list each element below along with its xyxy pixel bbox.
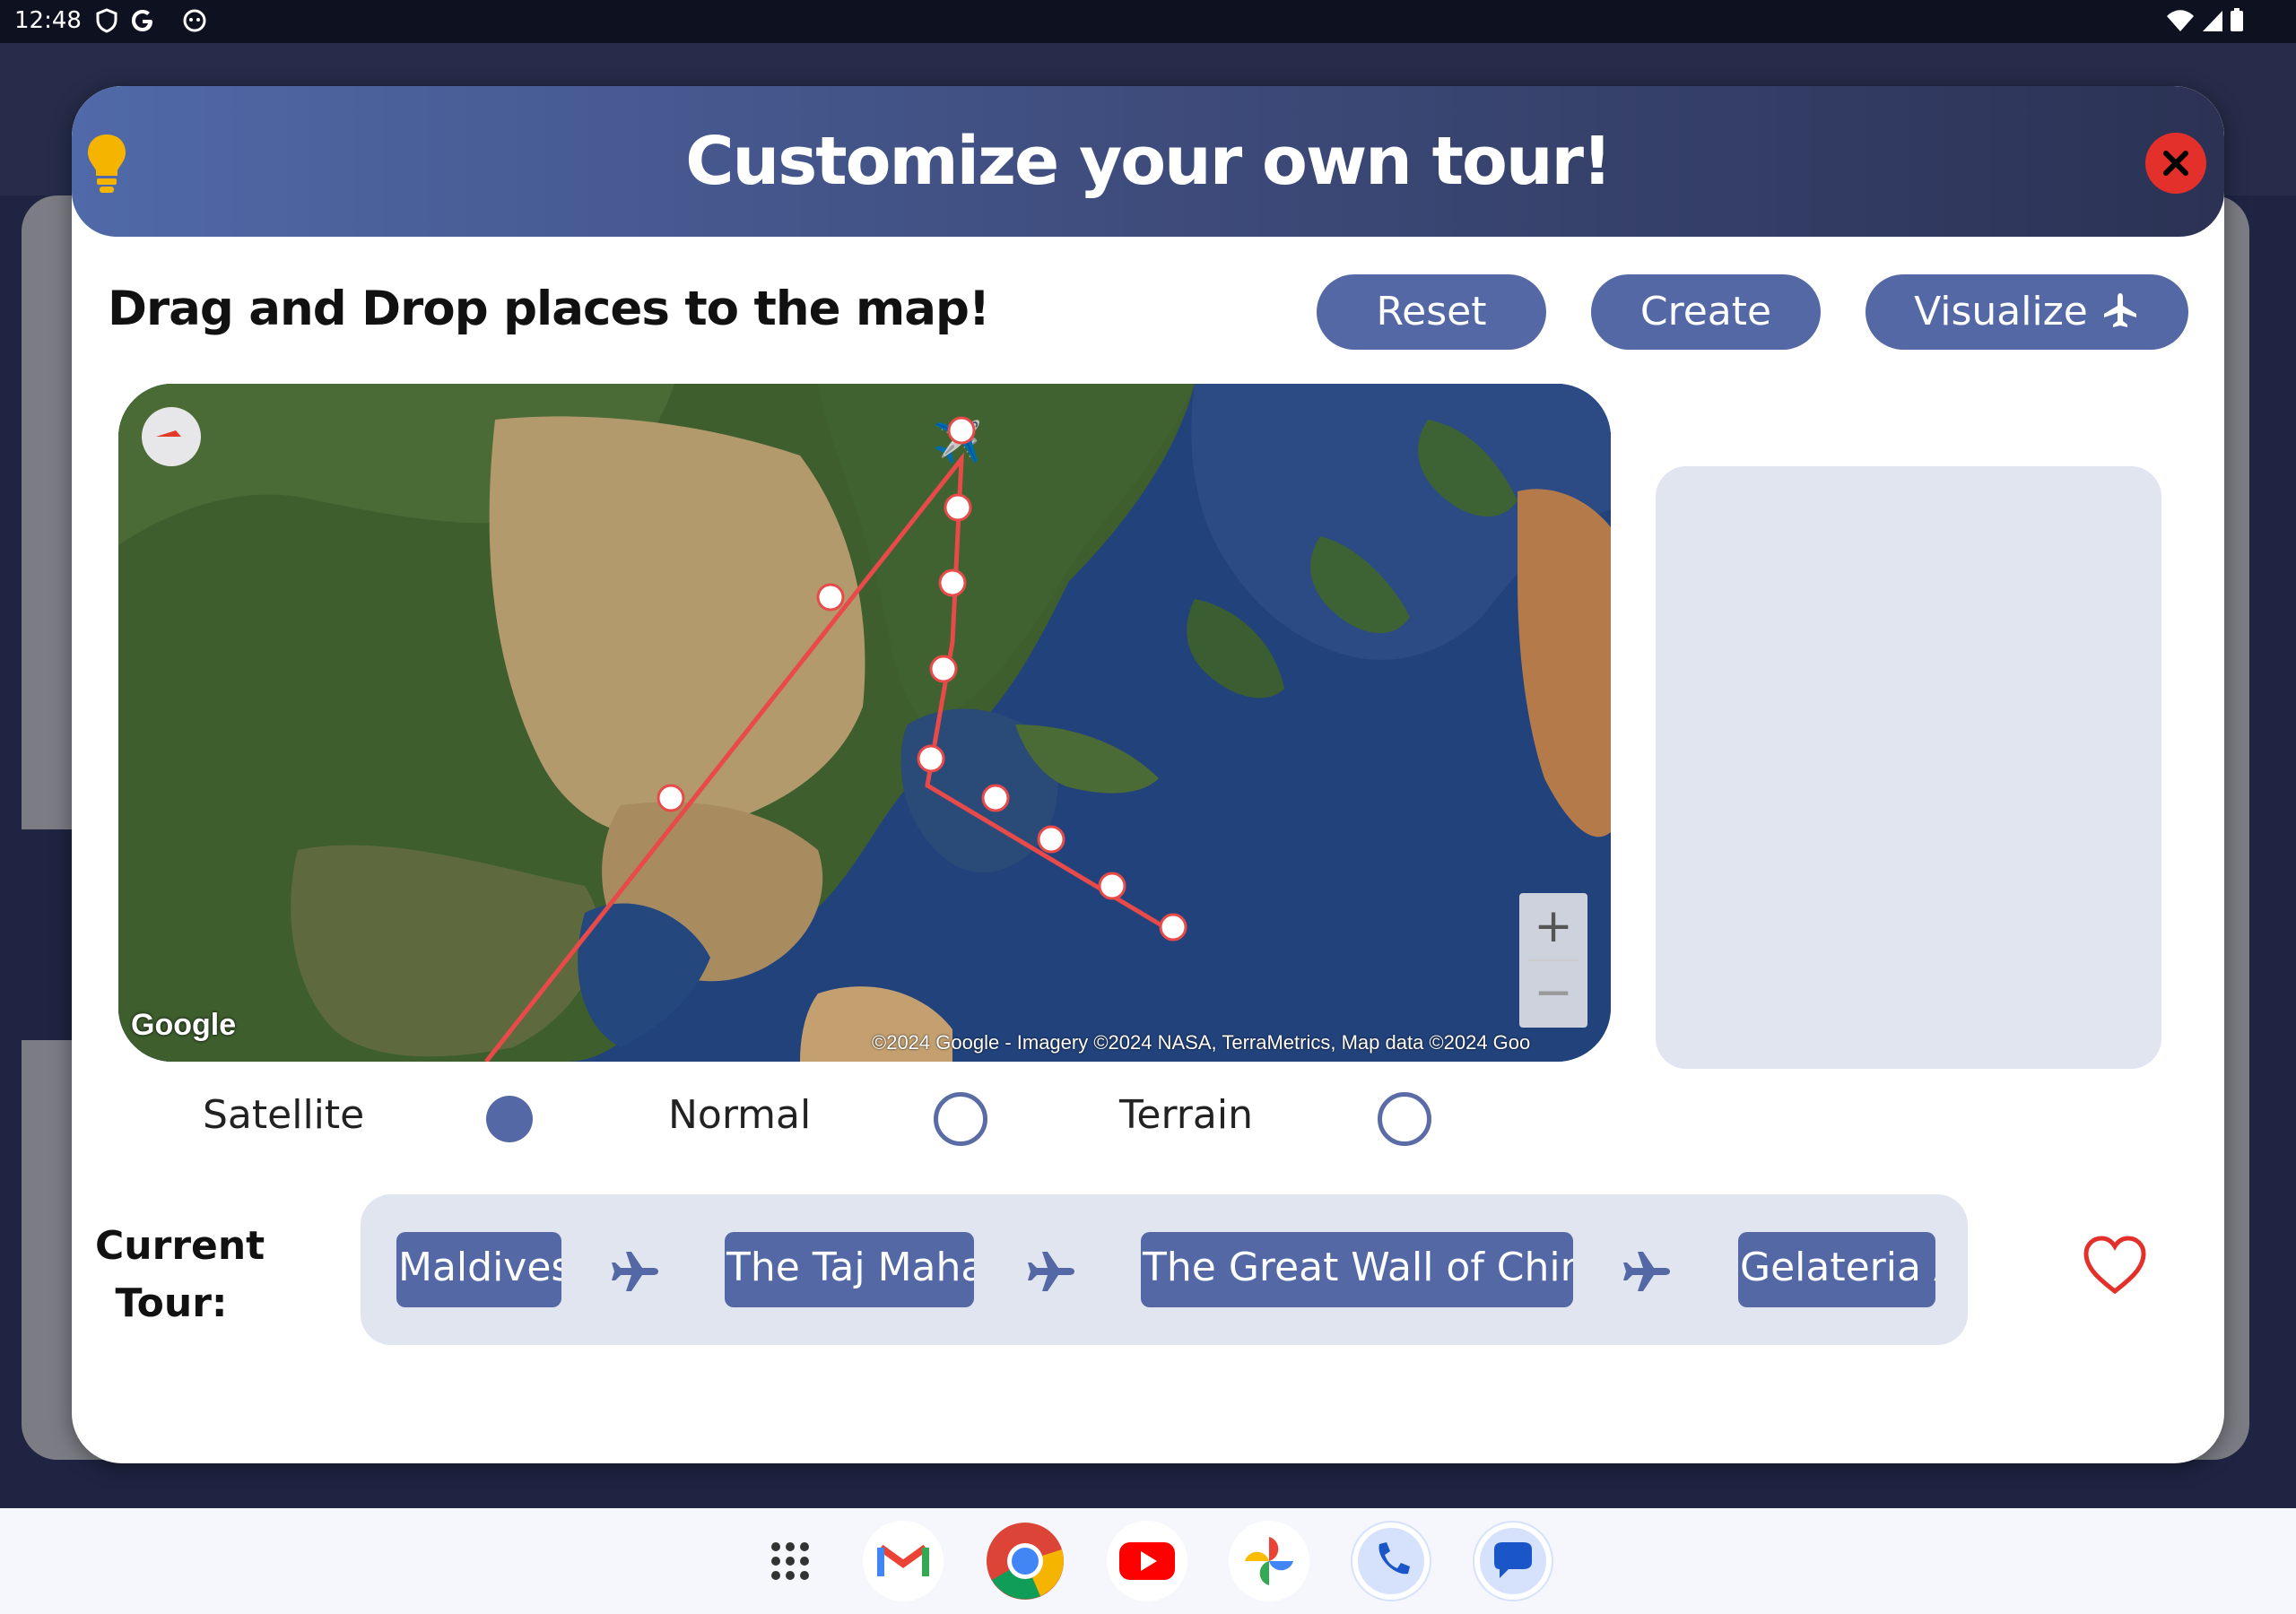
drag-drop-instruction: Drag and Drop places to the map! <box>108 282 990 336</box>
create-button[interactable]: Create <box>1591 274 1821 350</box>
phone-icon <box>1352 1523 1430 1600</box>
route-plane-marker-8 <box>1098 872 1126 900</box>
google-status-icon <box>132 10 152 31</box>
close-button[interactable] <box>2145 133 2206 194</box>
customize-tour-dialog: Customize your own tour! Drag and Drop p… <box>72 86 2224 1463</box>
messages-icon <box>1474 1523 1552 1600</box>
map-type-normal-radio[interactable] <box>934 1092 987 1146</box>
airplane-icon <box>1623 1252 1670 1291</box>
app-drawer-icon <box>771 1542 809 1580</box>
current-tour-label: Current Tour: <box>95 1223 265 1326</box>
tour-route: ✈️ <box>484 416 1187 1062</box>
google-logo: Google <box>131 1008 237 1042</box>
route-plane-marker-3 <box>938 568 967 597</box>
youtube-icon <box>1119 1542 1175 1580</box>
tour-stop-chip[interactable]: Gelateria A <box>1738 1232 1935 1307</box>
tour-stop-chip[interactable]: The Taj Mahal <box>725 1232 974 1307</box>
chrome-app[interactable] <box>985 1521 1065 1601</box>
signal-icon <box>2203 11 2222 31</box>
current-tour-strip[interactable]: Maldives The Taj Mahal The Great Wall of… <box>361 1194 1968 1345</box>
app-status-icon <box>183 9 206 32</box>
app-side-band-backdrop <box>22 829 72 1040</box>
place-drop-panel <box>1656 466 2161 1069</box>
status-bar: 12:48 <box>0 0 2296 43</box>
heart-icon <box>2083 1236 2146 1295</box>
gmail-app[interactable] <box>863 1521 944 1601</box>
messages-app[interactable] <box>1473 1521 1553 1601</box>
chrome-icon <box>987 1523 1064 1600</box>
route-plane-marker-4 <box>929 655 958 683</box>
battery-icon <box>2231 8 2243 31</box>
route-plane-marker-7 <box>1037 825 1065 854</box>
route-plane-marker-2 <box>944 493 972 522</box>
phone-app[interactable] <box>1351 1521 1431 1601</box>
photos-app[interactable] <box>1229 1521 1309 1601</box>
visualize-button[interactable]: Visualize <box>1866 274 2188 350</box>
tour-stop-chip[interactable]: Maldives <box>396 1232 561 1307</box>
tour-stop-chip[interactable]: The Great Wall of China <box>1141 1232 1573 1307</box>
airplane-icon <box>1028 1252 1074 1291</box>
map-type-satellite-label: Satellite <box>203 1092 365 1138</box>
status-time: 12:48 <box>14 7 82 34</box>
compass-button[interactable] <box>142 407 201 466</box>
map-type-normal-label: Normal <box>668 1092 812 1138</box>
zoom-controls: + − <box>1519 893 1587 1028</box>
route-plane-marker-1 <box>947 416 976 445</box>
route-plane-marker-5 <box>917 744 945 773</box>
close-icon <box>2163 151 2188 176</box>
shield-status-icon <box>96 8 117 33</box>
dialog-title: Customize your own tour! <box>685 123 1613 200</box>
route-plane-marker-9 <box>1159 913 1187 941</box>
visualize-button-label: Visualize <box>1914 289 2088 334</box>
dialog-header: Customize your own tour! <box>72 86 2224 237</box>
photos-icon <box>1245 1537 1293 1585</box>
map-type-satellite-radio[interactable] <box>486 1096 533 1142</box>
reset-button[interactable]: Reset <box>1317 274 1546 350</box>
zoom-out-button[interactable]: − <box>1519 961 1587 1028</box>
map-type-terrain-label: Terrain <box>1119 1092 1253 1138</box>
wifi-icon <box>2167 10 2194 31</box>
gmail-icon <box>877 1544 929 1576</box>
app-drawer-button[interactable] <box>750 1521 831 1601</box>
map-attribution[interactable]: ©2024 Google - Imagery ©2024 NASA, Terra… <box>872 1031 1530 1054</box>
airplane-icon <box>2103 293 2136 327</box>
taskbar <box>0 1508 2296 1614</box>
compass-icon <box>156 430 181 437</box>
airplane-icon <box>612 1252 658 1291</box>
favorite-button[interactable] <box>2081 1232 2149 1300</box>
youtube-app[interactable] <box>1107 1521 1187 1601</box>
route-plane-marker-10 <box>816 583 845 612</box>
map-type-terrain-radio[interactable] <box>1378 1092 1431 1146</box>
route-plane-marker-6 <box>981 784 1010 812</box>
tour-map[interactable]: ✈️ + − Go <box>118 384 1611 1062</box>
zoom-in-button[interactable]: + <box>1519 893 1587 959</box>
route-plane-marker-11 <box>657 784 685 812</box>
